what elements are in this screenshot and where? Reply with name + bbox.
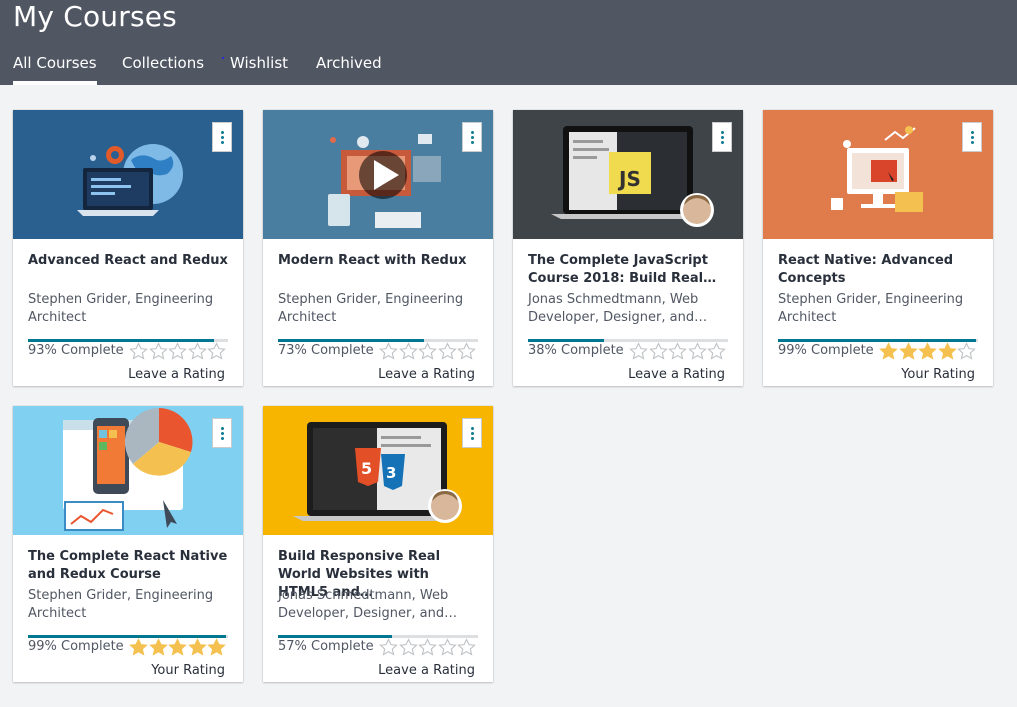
course-thumbnail[interactable]: 5 3 <box>263 406 493 535</box>
laptop-js-logo-instructor-photo: JS <box>513 110 743 239</box>
star-empty-icon[interactable] <box>707 342 726 361</box>
course-instructor: Stephen Grider, Engineering Architect <box>778 292 964 325</box>
star-empty-icon[interactable] <box>648 342 668 361</box>
course-options-button[interactable] <box>712 122 732 152</box>
star-rating[interactable] <box>129 342 227 362</box>
mobile-phone-pie-chart-illustration <box>13 406 243 535</box>
developer-laptop-globe-illustration <box>13 110 243 239</box>
star-empty-icon[interactable] <box>379 342 398 361</box>
course-instructor: Stephen Grider, Engineering Architect <box>28 588 214 621</box>
star-filled-icon[interactable] <box>207 638 226 657</box>
star-empty-icon[interactable] <box>168 342 187 361</box>
course-title[interactable]: The Complete React Native and Redux Cour… <box>28 548 228 584</box>
course-card[interactable]: Modern React with Redux Stephen Grider, … <box>263 110 493 386</box>
tab-wishlist[interactable]: Wishlist <box>222 54 289 85</box>
course-options-button[interactable] <box>462 122 482 152</box>
star-empty-icon[interactable] <box>668 342 687 361</box>
course-card[interactable]: 5 3 Build Responsive Real World Websites… <box>263 406 493 682</box>
course-card[interactable]: JS The Complete JavaScript Course 2018: … <box>513 110 743 386</box>
star-filled-icon[interactable] <box>898 342 918 361</box>
course-options-button[interactable] <box>962 122 982 152</box>
progress-label: 57% Complete <box>278 639 374 654</box>
course-instructor: Jonas Schmedtmann, Web Developer, Design… <box>528 292 708 325</box>
course-options-button[interactable] <box>462 418 482 448</box>
rating-label[interactable]: Leave a Rating <box>628 367 725 382</box>
star-filled-icon[interactable] <box>879 342 898 361</box>
star-empty-icon[interactable] <box>129 342 148 361</box>
star-empty-icon[interactable] <box>379 638 398 657</box>
tab-archived[interactable]: Archived <box>316 54 382 85</box>
star-empty-icon[interactable] <box>148 342 168 361</box>
course-title[interactable]: React Native: Advanced Concepts <box>778 252 978 288</box>
progress-label: 73% Complete <box>278 343 374 358</box>
star-empty-icon[interactable] <box>457 342 476 361</box>
star-empty-icon[interactable] <box>457 638 476 657</box>
rating-label[interactable]: Your Rating <box>901 367 975 382</box>
tab-all-courses[interactable]: All Courses <box>13 54 97 85</box>
svg-text:JS: JS <box>617 167 641 191</box>
star-empty-icon[interactable] <box>437 342 457 361</box>
star-rating[interactable] <box>879 342 977 362</box>
star-empty-icon[interactable] <box>398 638 418 657</box>
course-instructor: Jonas Schmedtmann, Web Developer, Design… <box>278 588 458 621</box>
star-empty-icon[interactable] <box>957 342 976 361</box>
course-instructor: Stephen Grider, Engineering Architect <box>278 292 464 325</box>
course-card[interactable]: Advanced React and Redux Stephen Grider,… <box>13 110 243 386</box>
desktop-monitor-charts-illustration <box>763 110 993 239</box>
star-rating[interactable] <box>379 638 477 658</box>
course-thumbnail[interactable] <box>13 406 243 535</box>
progress-label: 38% Complete <box>528 343 624 358</box>
star-filled-icon[interactable] <box>148 638 168 657</box>
star-empty-icon[interactable] <box>418 342 437 361</box>
star-rating[interactable] <box>129 638 227 658</box>
star-empty-icon[interactable] <box>687 342 707 361</box>
star-rating[interactable] <box>379 342 477 362</box>
star-empty-icon[interactable] <box>629 342 648 361</box>
progress-label: 99% Complete <box>28 639 124 654</box>
rating-label[interactable]: Leave a Rating <box>128 367 225 382</box>
star-filled-icon[interactable] <box>129 638 148 657</box>
star-empty-icon[interactable] <box>207 342 226 361</box>
svg-text:3: 3 <box>386 464 396 482</box>
devices-illustration-with-play-icon <box>263 110 493 239</box>
star-filled-icon[interactable] <box>168 638 187 657</box>
svg-text:5: 5 <box>361 459 372 478</box>
star-filled-icon[interactable] <box>187 638 207 657</box>
star-empty-icon[interactable] <box>398 342 418 361</box>
progress-label: 93% Complete <box>28 343 124 358</box>
star-empty-icon[interactable] <box>418 638 437 657</box>
rating-label[interactable]: Leave a Rating <box>378 663 475 678</box>
course-title[interactable]: Advanced React and Redux <box>28 252 228 270</box>
course-thumbnail[interactable] <box>263 110 493 239</box>
star-filled-icon[interactable] <box>937 342 957 361</box>
course-thumbnail[interactable] <box>763 110 993 239</box>
course-thumbnail[interactable]: JS <box>513 110 743 239</box>
course-options-button[interactable] <box>212 122 232 152</box>
progress-label: 99% Complete <box>778 343 874 358</box>
star-rating[interactable] <box>629 342 727 362</box>
star-filled-icon[interactable] <box>918 342 937 361</box>
rating-label[interactable]: Leave a Rating <box>378 367 475 382</box>
course-thumbnail[interactable] <box>13 110 243 239</box>
indicator-dot <box>222 57 224 59</box>
course-instructor: Stephen Grider, Engineering Architect <box>28 292 214 325</box>
page-title: My Courses <box>13 0 177 33</box>
page-header: My Courses All Courses Collections Wishl… <box>0 0 1017 85</box>
star-empty-icon[interactable] <box>437 638 457 657</box>
rating-label[interactable]: Your Rating <box>151 663 225 678</box>
course-options-button[interactable] <box>212 418 232 448</box>
laptop-html5-css3-logos-instructor-photo: 5 3 <box>263 406 493 535</box>
course-card[interactable]: React Native: Advanced Concepts Stephen … <box>763 110 993 386</box>
tab-collections[interactable]: Collections <box>122 54 204 85</box>
tab-wishlist-label: Wishlist <box>230 54 289 72</box>
course-title[interactable]: The Complete JavaScript Course 2018: Bui… <box>528 252 728 288</box>
star-empty-icon[interactable] <box>187 342 207 361</box>
course-card[interactable]: The Complete React Native and Redux Cour… <box>13 406 243 682</box>
course-title[interactable]: Modern React with Redux <box>278 252 478 270</box>
